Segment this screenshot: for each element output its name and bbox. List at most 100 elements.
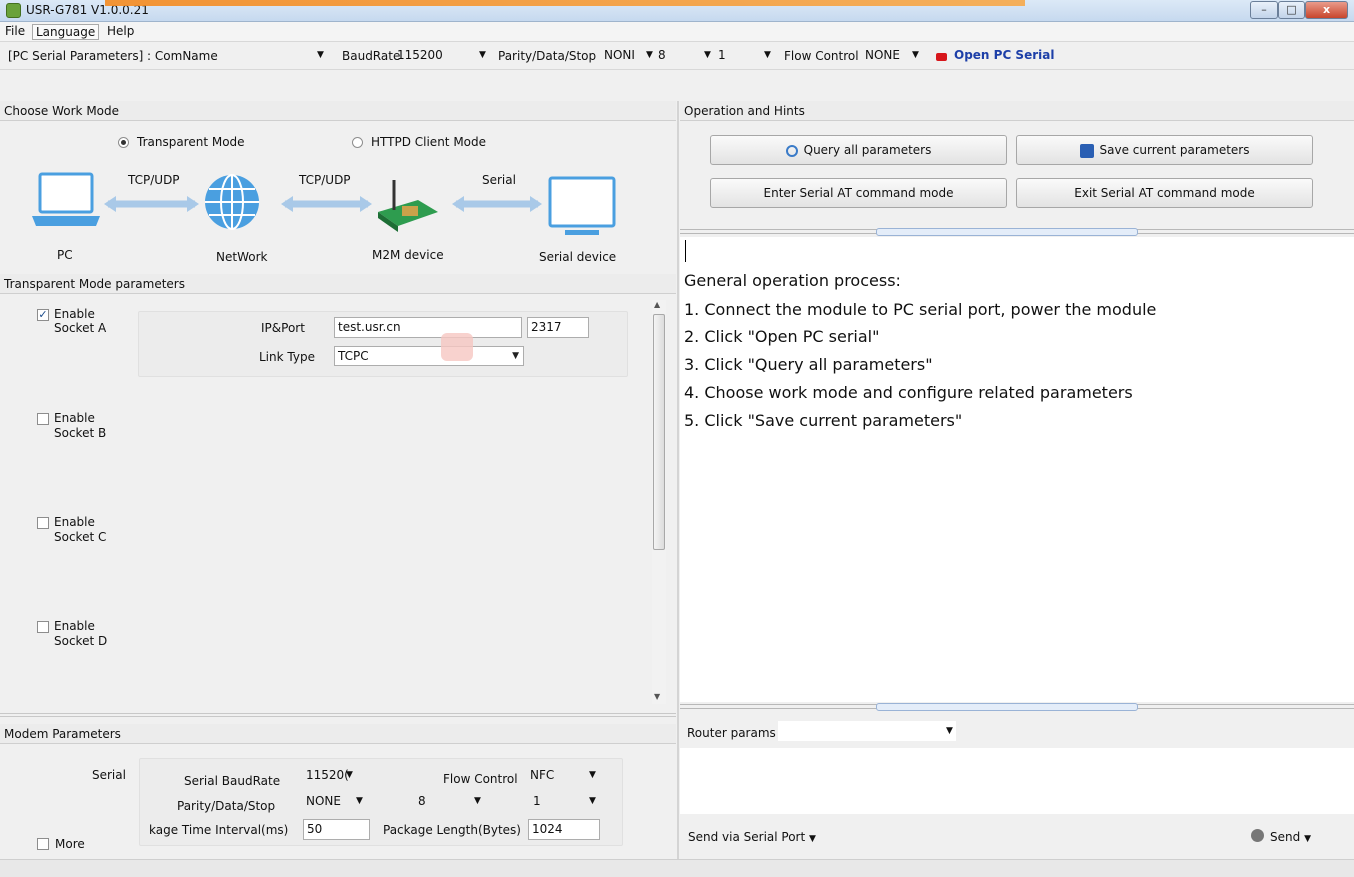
network-label: NetWork <box>216 250 268 264</box>
modem-databits-select[interactable]: 8 ▼ <box>418 791 488 811</box>
scrollbar-thumb[interactable] <box>653 314 665 550</box>
floppy-disk-icon <box>1079 143 1094 158</box>
params-scrollbar[interactable]: ▲ ▼ <box>652 300 666 704</box>
serial-status-led-icon <box>936 53 947 61</box>
m2m-device-label: M2M device <box>372 248 444 262</box>
query-all-parameters-button[interactable]: Query all parameters <box>710 135 1007 165</box>
httpd-mode-radio[interactable] <box>352 137 363 148</box>
menu-language[interactable]: Language <box>32 24 100 40</box>
link-label-2: TCP/UDP <box>299 173 351 187</box>
modem-params-header: Modem Parameters <box>0 724 676 744</box>
ip-port-label: IP&Port <box>261 321 305 335</box>
close-button[interactable]: x <box>1305 1 1348 19</box>
hints-heading: General operation process: <box>684 271 901 290</box>
modem-baud-label: Serial BaudRate <box>184 774 281 788</box>
pc-label: PC <box>57 248 73 262</box>
socket-a-checkbox[interactable]: ✓ <box>37 309 49 321</box>
top-splitter[interactable] <box>680 228 1354 236</box>
link-label-3: Serial <box>482 173 516 187</box>
socket-b-name-label: Socket B <box>54 426 107 440</box>
modem-interval-input[interactable]: 50 <box>303 819 370 840</box>
save-current-parameters-button[interactable]: Save current parameters <box>1016 135 1313 165</box>
m2m-device-icon <box>378 180 438 232</box>
menu-bar: File Language Help <box>0 22 1354 42</box>
modem-baud-select[interactable]: 11520(▼ <box>306 765 356 785</box>
socket-a-enable-label: Enable <box>54 307 95 321</box>
arrow-icon-2 <box>281 196 372 212</box>
arrow-icon-1 <box>104 196 199 212</box>
hint-step-1: 1. Connect the module to PC serial port,… <box>684 300 1157 319</box>
modem-parity-label: Parity/Data/Stop <box>177 799 276 813</box>
parity-label: Parity/Data/Stop <box>498 49 597 63</box>
bottom-splitter[interactable] <box>680 703 1354 711</box>
status-bar <box>0 859 1354 877</box>
send-via-serial-dropdown[interactable]: Send via Serial Port ▼ <box>688 830 816 844</box>
hint-step-3: 3. Click "Query all parameters" <box>684 355 933 374</box>
vertical-divider[interactable] <box>677 101 679 859</box>
modem-flow-label: Flow Control <box>443 772 518 786</box>
socket-d-checkbox[interactable] <box>37 621 49 633</box>
parity-select[interactable]: NONI ▼ <box>604 45 654 65</box>
work-mode-header: Choose Work Mode <box>0 101 676 121</box>
send-button[interactable]: Send ▼ <box>1270 830 1311 844</box>
modem-pkglen-label: Package Length(Bytes) <box>383 823 521 837</box>
app-icon <box>6 3 21 18</box>
ip-address-input[interactable]: test.usr.cn <box>334 317 522 338</box>
modem-parity-select[interactable]: NONE ▼ <box>306 791 366 811</box>
comname-select[interactable]: ▼ <box>243 45 328 65</box>
arrow-icon-3 <box>452 196 542 212</box>
hint-step-5: 5. Click "Save current parameters" <box>684 411 963 430</box>
scroll-down-icon[interactable]: ▼ <box>654 692 660 701</box>
link-type-select[interactable]: TCPC ▼ <box>334 346 524 366</box>
serial-device-label: Serial device <box>539 250 617 264</box>
enter-at-mode-button[interactable]: Enter Serial AT command mode <box>710 178 1007 208</box>
send-text-area[interactable] <box>680 748 1354 814</box>
baudrate-select[interactable]: 115200 ▼ <box>397 45 487 65</box>
pc-icon <box>32 172 100 226</box>
port-input[interactable]: 2317 <box>527 317 589 338</box>
hint-step-4: 4. Choose work mode and configure relate… <box>684 383 1133 402</box>
databits-select[interactable]: 8 ▼ <box>658 45 714 65</box>
socket-c-enable-label: Enable <box>54 515 95 529</box>
modem-stopbits-select[interactable]: 1 ▼ <box>533 791 603 811</box>
baudrate-label: BaudRate <box>342 49 401 63</box>
modem-flow-select[interactable]: NFC ▼ <box>530 765 600 785</box>
operation-hints-header: Operation and Hints <box>680 101 1354 121</box>
socket-d-enable-label: Enable <box>54 619 95 633</box>
flow-control-label: Flow Control <box>784 49 859 63</box>
transparent-mode-radio[interactable] <box>118 137 129 148</box>
network-globe-icon <box>205 174 259 230</box>
more-label: More <box>55 837 85 851</box>
router-params-label: Router params <box>687 726 776 740</box>
socket-c-name-label: Socket C <box>54 530 107 544</box>
more-checkbox[interactable] <box>37 838 49 850</box>
overlay-watermark-icon <box>441 333 473 361</box>
serial-toolbar: [PC Serial Parameters] : ComName ▼ BaudR… <box>0 42 1354 70</box>
flow-control-select[interactable]: NONE ▼ <box>865 45 920 65</box>
transparent-params-header: Transparent Mode parameters <box>0 274 676 294</box>
menu-help[interactable]: Help <box>104 24 137 40</box>
maximize-button[interactable]: □ <box>1278 1 1305 19</box>
exit-at-mode-button[interactable]: Exit Serial AT command mode <box>1016 178 1313 208</box>
stopbits-select[interactable]: 1 ▼ <box>718 45 774 65</box>
scroll-up-icon[interactable]: ▲ <box>654 300 660 309</box>
splitter-grip-icon[interactable] <box>876 228 1138 236</box>
minimize-button[interactable]: – <box>1250 1 1278 19</box>
modem-pkglen-input[interactable]: 1024 <box>528 819 600 840</box>
menu-file[interactable]: File <box>2 24 28 40</box>
splitter-grip-icon-2[interactable] <box>876 703 1138 711</box>
modem-interval-label: kage Time Interval(ms) <box>149 823 289 837</box>
socket-c-checkbox[interactable] <box>37 517 49 529</box>
transparent-mode-label: Transparent Mode <box>137 135 245 149</box>
modem-serial-label: Serial <box>92 768 126 782</box>
left-splitter[interactable] <box>0 713 676 717</box>
socket-b-enable-label: Enable <box>54 411 95 425</box>
open-pc-serial-button[interactable]: Open PC Serial <box>954 48 1054 62</box>
socket-b-checkbox[interactable] <box>37 413 49 425</box>
serial-device-icon <box>548 176 616 235</box>
send-icon <box>1251 829 1264 842</box>
socket-a-name-label: Socket A <box>54 321 107 335</box>
link-type-label: Link Type <box>259 350 315 364</box>
router-params-select[interactable]: ▼ <box>778 721 956 741</box>
hint-step-2: 2. Click "Open PC serial" <box>684 327 880 346</box>
